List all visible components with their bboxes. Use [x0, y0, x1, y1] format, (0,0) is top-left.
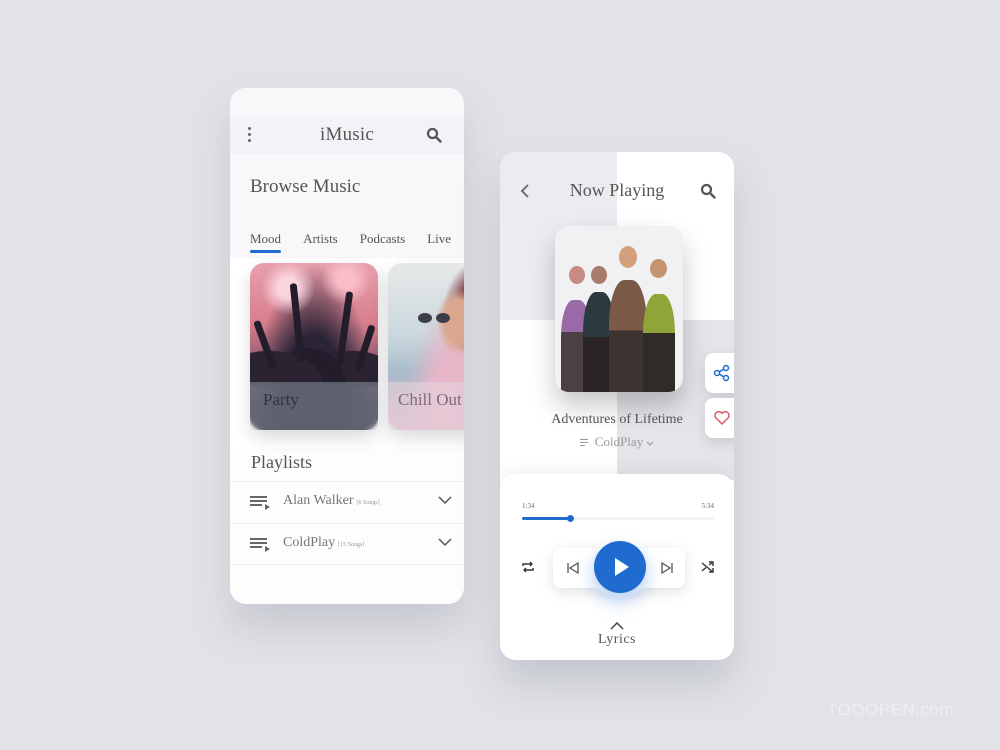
- progress-thumb[interactable]: [567, 515, 575, 522]
- playlist-count: [15 Songs]: [338, 542, 365, 548]
- heart-icon: [714, 410, 730, 425]
- watermark: TOOOPEN.com: [827, 700, 955, 719]
- previous-icon[interactable]: [565, 560, 581, 576]
- playlist-row[interactable]: Alan Walker [6 Songs]: [230, 481, 464, 523]
- playlist-icon: [250, 496, 270, 510]
- playlists-title: Playlists: [251, 452, 313, 472]
- song-title: Adventures of Lifetime: [551, 412, 683, 427]
- now-playing-screen: Now Playing Adventures of Lifetime ColdP…: [500, 152, 734, 660]
- artist-selector[interactable]: ColdPlay: [500, 434, 734, 450]
- chevron-down-icon: [646, 441, 654, 446]
- shuffle-icon[interactable]: [700, 559, 716, 575]
- portrait-image: [418, 313, 452, 323]
- category-tabs: Mood Artists Podcasts Live: [250, 231, 464, 253]
- playlist-name: ColdPlay: [283, 535, 336, 550]
- share-button[interactable]: [705, 353, 734, 393]
- favorite-button[interactable]: [705, 398, 734, 438]
- section-title: Browse Music: [250, 176, 361, 197]
- tab-mood[interactable]: Mood: [250, 231, 282, 253]
- player-panel: 1:34 5:34 Lyrics: [500, 474, 734, 660]
- search-icon[interactable]: [426, 127, 442, 143]
- screen-title: Now Playing: [569, 180, 665, 200]
- mood-tile-chill-out[interactable]: Chill Out: [388, 263, 464, 430]
- tab-live[interactable]: Live: [427, 231, 451, 247]
- chevron-down-icon[interactable]: [438, 495, 452, 505]
- tab-podcasts[interactable]: Podcasts: [360, 231, 406, 247]
- next-icon[interactable]: [659, 560, 675, 576]
- share-icon: [713, 364, 730, 382]
- chevron-down-icon[interactable]: [438, 537, 452, 547]
- repeat-icon[interactable]: [520, 559, 536, 575]
- playlist-icon: [250, 538, 270, 552]
- progress-slider[interactable]: [522, 515, 715, 522]
- lyrics-button[interactable]: Lyrics: [500, 622, 734, 648]
- playlist-icon: [579, 438, 589, 446]
- mood-tile-party[interactable]: Party: [250, 263, 378, 430]
- tab-artists[interactable]: Artists: [303, 231, 338, 247]
- playlist-name: Alan Walker: [283, 493, 354, 508]
- app-header: iMusic: [230, 116, 464, 154]
- album-art: [555, 226, 683, 392]
- search-icon[interactable]: [700, 183, 716, 199]
- artist-name: ColdPlay: [594, 434, 644, 449]
- chevron-up-icon: [610, 622, 624, 630]
- browse-music-screen: iMusic Browse Music Mood Artists Podcast…: [230, 88, 464, 604]
- progress-fill: [522, 517, 571, 520]
- total-time: 5:34: [701, 502, 714, 510]
- playlist-count: [6 Songs]: [356, 500, 380, 506]
- tile-label: Chill Out: [398, 390, 462, 409]
- current-time: 1:34: [522, 502, 535, 510]
- play-button[interactable]: [594, 541, 646, 593]
- play-icon: [615, 558, 629, 576]
- status-bar-area: [230, 88, 464, 116]
- tile-label: Party: [263, 390, 299, 409]
- lyrics-label: Lyrics: [598, 632, 636, 647]
- playlist-row[interactable]: ColdPlay [15 Songs]: [230, 523, 464, 565]
